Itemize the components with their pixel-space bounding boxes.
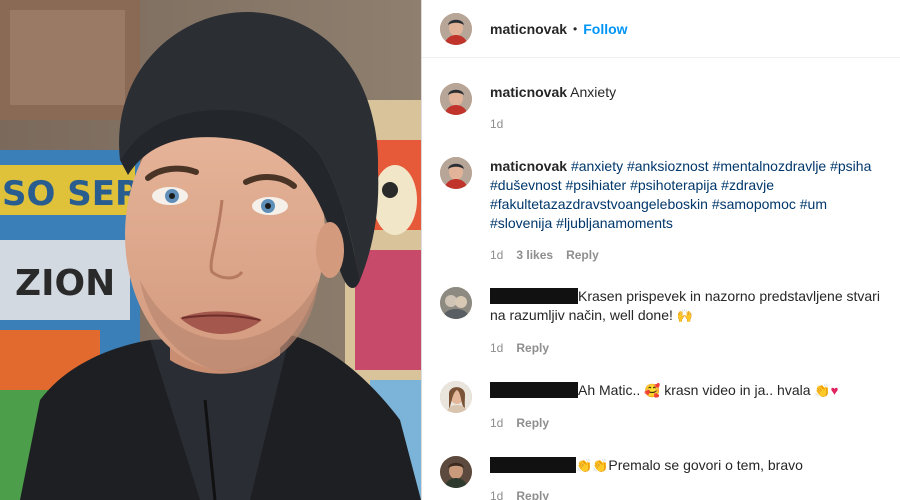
graffiti-text-zion: ZION <box>15 263 115 304</box>
comment-time[interactable]: 1d <box>490 416 503 430</box>
caption-meta: 1d <box>490 117 503 131</box>
separator-dot: • <box>573 21 578 36</box>
comment-time[interactable]: 1d <box>490 341 503 355</box>
comment-item: 👏👏Premalo se govori o tem, bravo <box>440 456 892 488</box>
comment-text-after: krasn video in ja.. hvala <box>660 382 815 398</box>
post-username[interactable]: maticnovak <box>490 21 567 37</box>
comment-meta: 1d Reply <box>490 416 549 430</box>
clapping-hands-icon: 👏👏 <box>576 458 609 473</box>
redacted-username <box>490 382 578 398</box>
hashtag-link[interactable]: #anxiety <box>571 158 623 174</box>
comment-item: Ah Matic.. 🥰 krasn video in ja.. hvala 👏… <box>440 381 892 413</box>
avatar-icon[interactable] <box>440 456 472 488</box>
redacted-username <box>490 457 576 473</box>
hashtag-link[interactable]: #psihoterapija <box>630 177 717 193</box>
hashtag-link[interactable]: #duševnost <box>490 177 562 193</box>
hashtag-link[interactable]: #um <box>800 196 827 212</box>
reply-button[interactable]: Reply <box>516 489 549 500</box>
comment-time[interactable]: 1d <box>490 489 503 500</box>
post-header: maticnovak • Follow <box>422 0 900 58</box>
avatar-icon[interactable] <box>440 12 472 45</box>
caption-username[interactable]: maticnovak <box>490 84 567 100</box>
hashtag-link[interactable]: #mentalnozdravlje <box>713 158 827 174</box>
follow-button[interactable]: Follow <box>583 21 627 37</box>
comment-text: Premalo se govori o tem, bravo <box>608 457 803 473</box>
smiling-face-hearts-icon: 🥰 <box>644 383 661 398</box>
avatar-icon[interactable] <box>440 83 472 115</box>
clapping-hands-icon: 👏 <box>814 383 831 398</box>
hashtag-link[interactable]: #zdravje <box>721 177 774 193</box>
caption-comment: maticnovak Anxiety <box>440 83 892 115</box>
heart-icon: ♥ <box>830 383 839 398</box>
redacted-username <box>490 288 578 304</box>
avatar-icon[interactable] <box>440 157 472 189</box>
hashtag-link[interactable]: #anksioznost <box>627 158 709 174</box>
hashtag-link[interactable]: #slovenija <box>490 215 552 231</box>
caption-text: Anxiety <box>570 84 617 100</box>
hashtags-time[interactable]: 1d <box>490 248 503 262</box>
raising-hands-icon: 🙌 <box>676 308 693 323</box>
likes-count[interactable]: 3 likes <box>516 248 553 262</box>
avatar-icon[interactable] <box>440 287 472 319</box>
graffiti-text-top: SO SER <box>2 174 141 214</box>
caption-time[interactable]: 1d <box>490 117 503 131</box>
comment-meta: 1d Reply <box>490 341 549 355</box>
hashtags-comment: maticnovak #anxiety #anksioznost #mental… <box>440 157 892 233</box>
hashtags-meta: 1d 3 likes Reply <box>490 248 599 262</box>
hashtag-link[interactable]: #psiha <box>830 158 871 174</box>
hashtag-link[interactable]: #samopomoc <box>712 196 796 212</box>
reply-button[interactable]: Reply <box>516 416 549 430</box>
comment-meta: 1d Reply <box>490 489 549 500</box>
hashtag-link[interactable]: #psihiater <box>566 177 627 193</box>
hashtag-link[interactable]: #ljubljanamoments <box>556 215 673 231</box>
comments-panel: maticnovak • Follow maticnovak Anxiety 1… <box>422 0 900 500</box>
comment-text-before: Ah Matic.. <box>578 382 645 398</box>
video-player[interactable]: SO SER ZION <box>0 0 421 500</box>
avatar-icon[interactable] <box>440 381 472 413</box>
reply-button[interactable]: Reply <box>516 341 549 355</box>
video-frame: SO SER ZION <box>0 0 421 500</box>
hashtags-username[interactable]: maticnovak <box>490 158 567 174</box>
hashtag-link[interactable]: #fakultetazazdravstvoangeleboskin <box>490 196 708 212</box>
comment-item: Krasen prispevek in nazorno predstavljen… <box>440 287 892 325</box>
reply-button[interactable]: Reply <box>566 248 599 262</box>
